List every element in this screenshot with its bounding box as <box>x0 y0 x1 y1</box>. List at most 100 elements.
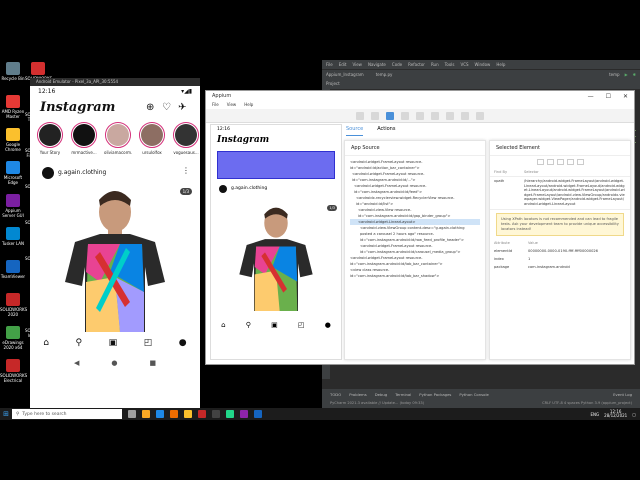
search-icon[interactable] <box>431 111 439 120</box>
post-username[interactable]: g.again.clothing <box>58 169 106 176</box>
pycharm-menu-item[interactable]: Help <box>496 62 505 67</box>
back-icon[interactable]: ◀ <box>74 359 79 367</box>
pycharm-menu-item[interactable]: File <box>326 62 333 67</box>
tab-source[interactable]: Source <box>346 124 364 136</box>
file-breadcrumb[interactable]: temp.py <box>376 72 393 77</box>
recents-icon[interactable]: ■ <box>149 359 156 367</box>
story-item[interactable]: oliviamacorm... <box>104 122 132 155</box>
copy-xml-icon[interactable] <box>461 111 469 120</box>
language-indicator[interactable]: ENG <box>591 412 600 417</box>
home-icon[interactable]: ⌂ <box>43 338 49 348</box>
maximize-icon[interactable]: ☐ <box>606 93 611 100</box>
chrome-taskbar-icon[interactable] <box>184 410 192 418</box>
event-log-tab[interactable]: Event Log <box>613 392 632 397</box>
pycharm-menu-item[interactable]: Code <box>392 62 402 67</box>
pycharm-menu-item[interactable]: VCS <box>460 62 468 67</box>
pycharm-tool-tab[interactable]: TODO <box>330 392 341 397</box>
pycharm-menu-item[interactable]: Tools <box>445 62 455 67</box>
desktop-icon[interactable]: SOLIDWORKS Electrical <box>0 359 27 383</box>
appium-taskbar-icon[interactable] <box>240 410 248 418</box>
quit-icon[interactable] <box>476 111 484 120</box>
recorder-icon[interactable] <box>446 111 454 120</box>
desktop-icon[interactable]: eDrawings 2020 x64 <box>0 326 26 350</box>
swipe-mode-icon[interactable] <box>371 111 379 120</box>
heart-icon[interactable]: ♡ <box>162 102 171 113</box>
attribute-value[interactable]: 00000000-0000-0190-ffff-ffff00000026 <box>524 247 630 255</box>
close-icon[interactable]: ✕ <box>623 93 628 100</box>
pycharm-tool-tab[interactable]: Problems <box>349 392 367 397</box>
pycharm-tool-tab[interactable]: Debug <box>375 392 388 397</box>
messenger-icon[interactable]: ✈ <box>178 102 186 113</box>
search-icon[interactable]: ⚲ <box>76 338 83 348</box>
profile-icon[interactable]: ● <box>179 338 187 348</box>
reels-icon[interactable]: ▣ <box>109 338 118 348</box>
project-label[interactable]: Project <box>326 81 340 86</box>
post-avatar[interactable] <box>42 167 54 179</box>
pycharm-tool-tab[interactable]: Python Packages <box>419 392 451 397</box>
highlighted-stories-row[interactable] <box>217 151 335 179</box>
desktop-icon[interactable]: Tusker LAN <box>0 227 26 246</box>
pycharm-tool-tab[interactable]: Python Console <box>459 392 488 397</box>
desktop-icon[interactable]: Google Chrome <box>0 128 26 152</box>
run-config[interactable]: temp <box>609 72 619 77</box>
desktop-icon[interactable]: TeamViewer <box>0 260 26 279</box>
pycharm-taskbar-icon[interactable] <box>226 410 234 418</box>
pycharm-menu-item[interactable]: Run <box>431 62 439 67</box>
pycharm-tool-tab[interactable]: Terminal <box>395 392 411 397</box>
home-circle-icon[interactable]: ● <box>111 359 117 367</box>
task-view-taskbar-icon[interactable] <box>128 410 136 418</box>
notifications-icon[interactable]: ▢ <box>632 412 636 417</box>
post-image[interactable] <box>30 182 200 420</box>
more-options-icon[interactable]: ⋮ <box>182 166 190 175</box>
obs-taskbar-icon[interactable] <box>212 410 220 418</box>
taskbar-clock[interactable]: 12:16 28/12/2021 <box>604 409 627 419</box>
story-item[interactable]: ursulolfox <box>138 122 166 155</box>
source-tree[interactable]: <android.widget.FrameLayout resource-id=… <box>345 156 485 282</box>
appium-inspector-window[interactable]: Appium — ☐ ✕ File View Help 12:16 Instag… <box>205 90 635 365</box>
teamviewer-taskbar-icon[interactable] <box>254 410 262 418</box>
attribute-value[interactable]: com.instagram.android <box>524 263 630 271</box>
get-timing-icon[interactable] <box>576 159 584 165</box>
desktop-icon[interactable]: AMD Ryzen Master <box>0 95 26 119</box>
firefox-taskbar-icon[interactable] <box>170 410 178 418</box>
desktop-icon[interactable]: Recycle Bin <box>0 62 26 81</box>
pycharm-menu-item[interactable]: Navigate <box>368 62 386 67</box>
tap-mode-icon[interactable] <box>386 111 394 120</box>
pycharm-menu-item[interactable]: Refactor <box>408 62 425 67</box>
attribute-value[interactable]: 1 <box>524 255 630 263</box>
debug-icon[interactable]: ✱ <box>633 72 636 77</box>
desktop-icon[interactable]: SOLIDWORKS 2020 <box>0 293 27 317</box>
solidworks-taskbar-icon[interactable] <box>198 410 206 418</box>
shop-icon[interactable]: ◰ <box>144 338 153 348</box>
taskbar-search-box[interactable]: ⚲ Type here to search <box>12 409 122 419</box>
story-item[interactable]: mrmactive... <box>70 122 98 155</box>
menu-file[interactable]: File <box>212 102 219 108</box>
desktop-icon[interactable]: Appium Server GUI <box>0 194 26 218</box>
menu-view[interactable]: View <box>227 102 237 108</box>
pycharm-menu-item[interactable]: Window <box>475 62 491 67</box>
story-item[interactable]: Your Story <box>36 122 64 155</box>
tab-actions[interactable]: Actions <box>377 124 395 136</box>
select-mode-icon[interactable] <box>356 111 364 120</box>
source-tree-node[interactable]: id="com.instagram.android:id/tab_bar_sha… <box>350 273 480 279</box>
menu-help[interactable]: Help <box>244 102 253 108</box>
minimize-icon[interactable]: — <box>588 93 594 100</box>
desktop-icon[interactable]: Microsoft Edge <box>0 161 26 185</box>
android-phone-screen[interactable]: 12:16 ▾◢▮ Instagram ⊕ ♡ ✈ Your Story mrma… <box>30 86 200 420</box>
project-breadcrumb[interactable]: Appium_Instagram <box>326 72 364 77</box>
refresh-icon[interactable] <box>416 111 424 120</box>
story-item[interactable]: voguesaus... <box>172 122 200 155</box>
run-icon[interactable]: ▶ <box>625 72 628 77</box>
appium-titlebar[interactable]: Appium — ☐ ✕ <box>206 91 634 101</box>
copy-icon[interactable] <box>566 159 574 165</box>
windows-start-icon[interactable]: ⊞ <box>0 408 12 420</box>
new-post-icon[interactable]: ⊕ <box>146 102 154 113</box>
clear-icon[interactable] <box>556 159 564 165</box>
pycharm-menu-item[interactable]: Edit <box>339 62 347 67</box>
inspector-screenshot[interactable]: 12:16 Instagram g.again.clothing 1/3 ⌂ ⚲… <box>210 124 342 360</box>
pycharm-menu-item[interactable]: View <box>352 62 362 67</box>
tap-element-icon[interactable] <box>536 159 544 165</box>
send-keys-icon[interactable] <box>546 159 554 165</box>
back-icon[interactable] <box>401 111 409 120</box>
edge-taskbar-icon[interactable] <box>156 410 164 418</box>
